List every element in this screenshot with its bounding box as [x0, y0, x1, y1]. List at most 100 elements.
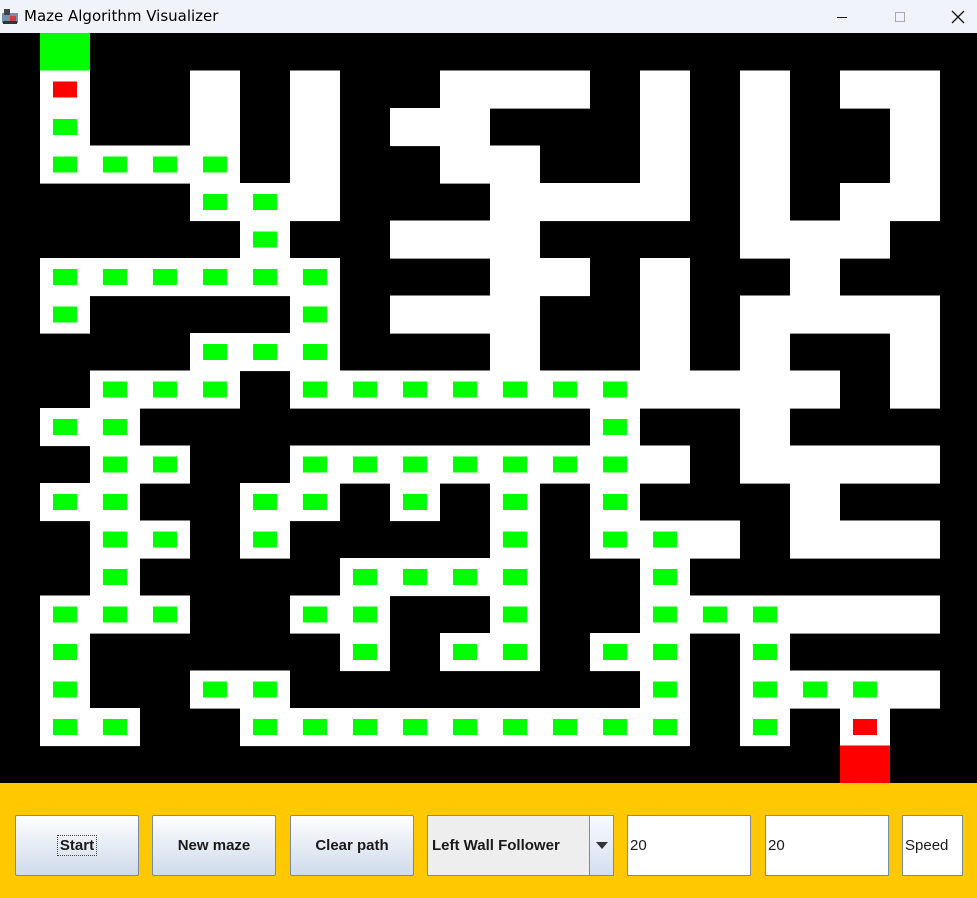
maze-visited-marker	[503, 456, 527, 473]
maze-endpoint-marker	[853, 719, 877, 735]
maze-visited-marker	[803, 681, 827, 698]
maze-visited-marker	[553, 456, 577, 473]
algorithm-select[interactable]: Left Wall Follower	[427, 815, 614, 876]
maze-visited-marker	[53, 269, 77, 285]
maze-visited-marker	[653, 606, 677, 623]
maze-visited-marker	[353, 456, 377, 473]
maximize-icon	[895, 11, 905, 22]
maze-visited-marker	[453, 456, 477, 473]
maze-visited-marker	[153, 531, 177, 548]
maze-end-cell	[840, 745, 890, 783]
maze-cell-open	[790, 445, 840, 484]
maze-visited-marker	[503, 381, 527, 398]
maze-canvas[interactable]	[0, 33, 977, 783]
maze-cell-open	[490, 333, 540, 372]
maze-cell-open	[890, 333, 940, 372]
minimize-button[interactable]	[819, 0, 865, 33]
maze-visited-marker	[353, 381, 377, 398]
maze-cell-open	[640, 108, 690, 147]
dropdown-button[interactable]	[589, 816, 613, 875]
maze-visited-marker	[853, 681, 877, 698]
maze-cell-open	[740, 408, 790, 447]
maze-visited-marker	[453, 719, 477, 735]
rows-input[interactable]	[627, 815, 751, 876]
maze-visited-marker	[203, 156, 227, 173]
maze-visited-marker	[103, 156, 127, 173]
maze-visited-marker	[603, 419, 627, 435]
maze-visited-marker	[403, 719, 427, 735]
maze-visited-marker	[103, 494, 127, 510]
maze-visited-marker	[303, 269, 327, 285]
maze-cell-open	[740, 295, 790, 334]
maze-cell-open	[640, 370, 690, 409]
maze-cell-open	[790, 520, 840, 559]
app-icon	[2, 9, 18, 24]
maze-visited-marker	[253, 494, 277, 510]
cols-input[interactable]	[765, 815, 889, 876]
maze-endpoint-marker	[53, 81, 77, 98]
maze-cell-open	[540, 70, 590, 109]
triangle-down-icon	[595, 841, 608, 849]
maze-cell-open	[440, 108, 490, 147]
maze-visited-marker	[303, 456, 327, 473]
maze-cell-open	[890, 295, 940, 334]
maze-visited-marker	[153, 606, 177, 623]
maze-visited-marker	[153, 456, 177, 473]
maze-visited-marker	[203, 194, 227, 210]
maze-visited-marker	[753, 681, 777, 698]
maze-cell-open	[640, 183, 690, 222]
maze-cell-open	[540, 258, 590, 297]
maze-cell-open	[840, 295, 890, 334]
maze-visited-marker	[253, 344, 277, 360]
maze-cell-open	[740, 183, 790, 222]
maze-visited-marker	[403, 569, 427, 585]
maze-cell-open	[640, 333, 690, 372]
maze-visited-marker	[303, 606, 327, 623]
maximize-button[interactable]	[877, 0, 923, 33]
maze-visited-marker	[403, 381, 427, 398]
maze-visited-marker	[503, 531, 527, 548]
maze-visited-marker	[603, 531, 627, 548]
maze-visited-marker	[603, 494, 627, 510]
maze-cell-open	[890, 595, 940, 634]
maze-cell-open	[840, 595, 890, 634]
start-button[interactable]: Start	[15, 815, 139, 876]
maze-visited-marker	[653, 681, 677, 698]
maze-visited-marker	[303, 381, 327, 398]
maze-visited-marker	[553, 719, 577, 735]
maze-cell-open	[840, 220, 890, 259]
maze-visited-marker	[353, 644, 377, 660]
maze-visited-marker	[53, 419, 77, 435]
maze-visited-marker	[153, 156, 177, 173]
maze-cell-open	[840, 520, 890, 559]
maze-visited-marker	[603, 644, 627, 660]
close-button[interactable]	[935, 0, 977, 33]
maze-visited-marker	[753, 644, 777, 660]
speed-input[interactable]	[902, 815, 963, 876]
title-bar: Maze Algorithm Visualizer	[0, 0, 977, 33]
maze-visited-marker	[203, 681, 227, 698]
maze-visited-marker	[153, 269, 177, 285]
maze-visited-marker	[103, 381, 127, 398]
maze-cell-open	[590, 183, 640, 222]
new-maze-button[interactable]: New maze	[152, 815, 276, 876]
maze-cell-open	[440, 145, 490, 184]
maze-cell-open	[790, 258, 840, 297]
maze-cell-open	[840, 183, 890, 222]
maze-visited-marker	[53, 606, 77, 623]
maze-cell-open	[740, 220, 790, 259]
maze-cell-open	[890, 370, 940, 409]
maze-visited-marker	[603, 456, 627, 473]
maze-cell-open	[640, 70, 690, 109]
maze-visited-marker	[53, 119, 77, 135]
maze-visited-marker	[303, 494, 327, 510]
maze-cell-open	[490, 220, 540, 259]
maze-cell-open	[490, 295, 540, 334]
maze-visited-marker	[353, 719, 377, 735]
maze-cell-open	[440, 70, 490, 109]
clear-path-button[interactable]: Clear path	[290, 815, 414, 876]
maze-cell-open	[840, 445, 890, 484]
maze-visited-marker	[653, 644, 677, 660]
maze-cell-open	[290, 108, 340, 147]
maze-visited-marker	[253, 681, 277, 698]
